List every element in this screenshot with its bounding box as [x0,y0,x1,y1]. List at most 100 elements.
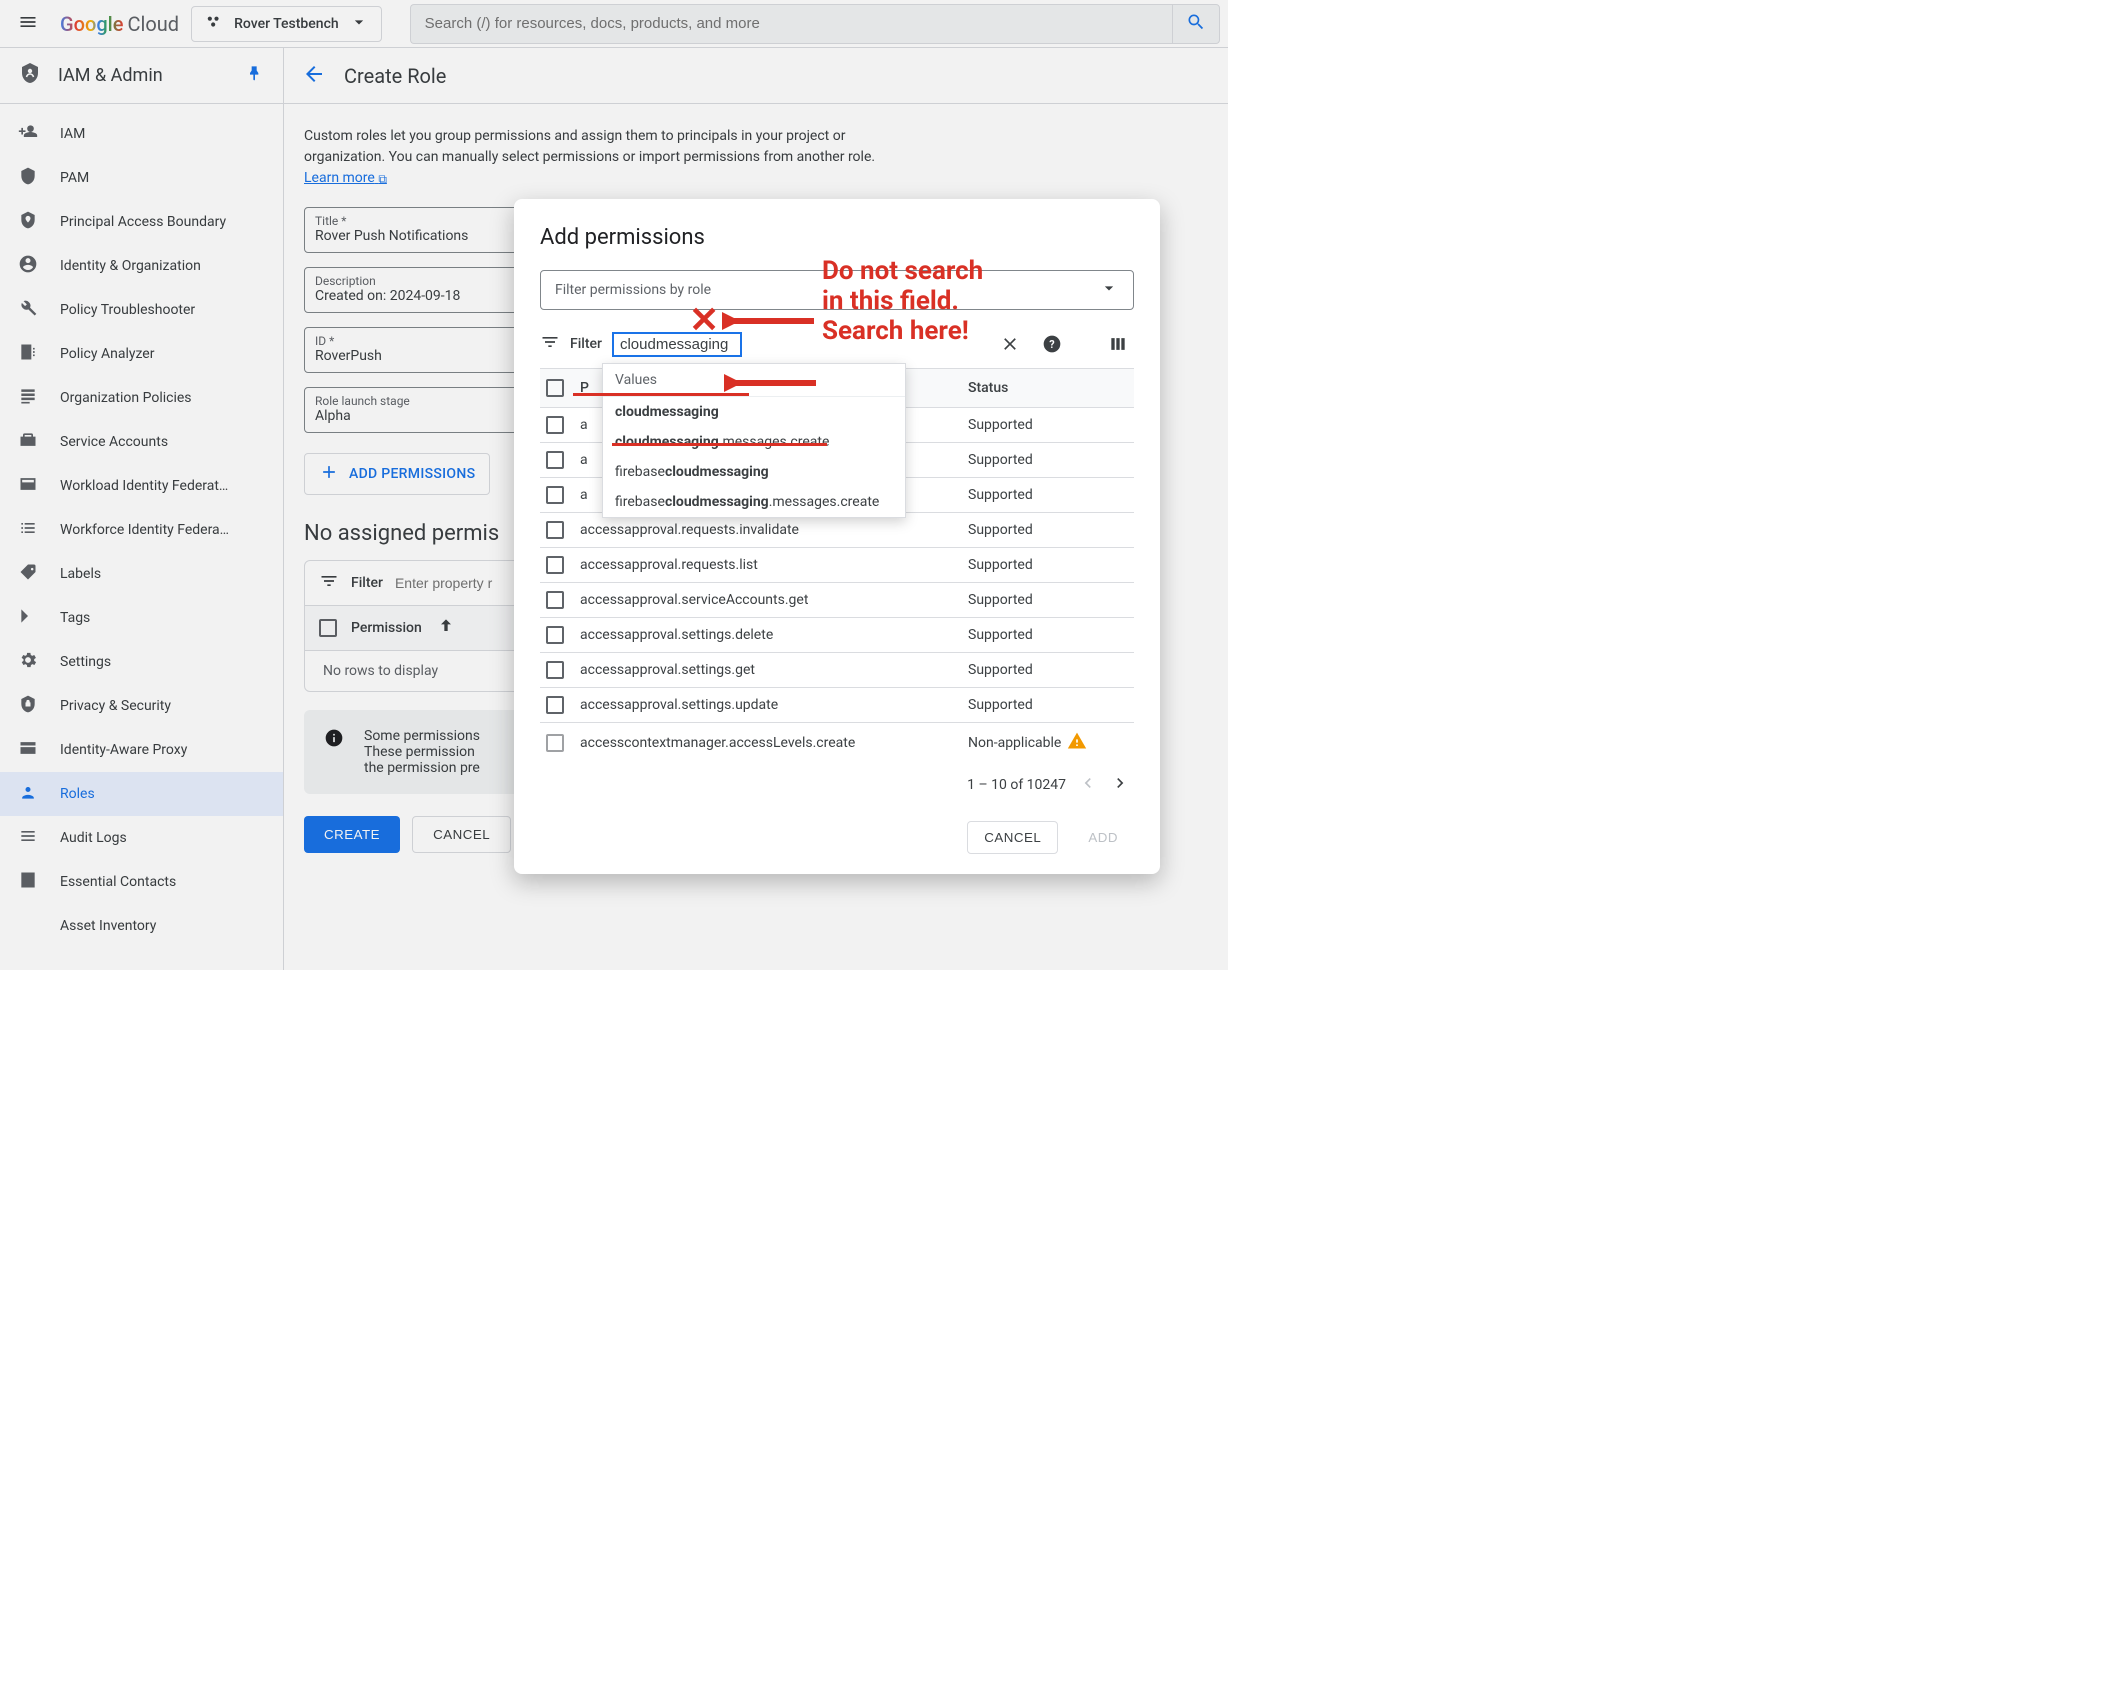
permission-row[interactable]: accessapproval.requests.listSupported [540,547,1134,582]
col-permission: Permission [351,620,422,636]
filter-label: Filter [351,575,383,591]
row-checkbox[interactable] [546,696,564,714]
sidebar-item-label: Asset Inventory [60,918,156,934]
row-checkbox[interactable] [546,521,564,539]
logo-google-text: Google [60,12,123,36]
sidebar-item[interactable]: PAM [0,156,283,200]
sidebar-list: IAMPAMPrincipal Access BoundaryIdentity … [0,104,283,956]
sidebar-item-label: Roles [60,786,95,802]
row-checkbox[interactable] [546,556,564,574]
search-button[interactable] [1172,4,1220,44]
cancel-button[interactable]: CANCEL [412,816,511,853]
sidebar-item[interactable]: Tags [0,596,283,640]
modal-add-button[interactable]: ADD [1072,821,1134,854]
permission-row[interactable]: accessapproval.settings.updateSupported [540,687,1134,722]
sidebar-item[interactable]: IAM [0,112,283,156]
sidebar-item[interactable]: Settings [0,640,283,684]
tag-icon [18,562,40,586]
select-all-checkbox[interactable] [319,619,337,637]
sidebar-item[interactable]: Essential Contacts [0,860,283,904]
row-checkbox[interactable] [546,591,564,609]
sidebar-item[interactable]: Audit Logs [0,816,283,860]
permission-name: accessapproval.settings.update [580,697,952,713]
sidebar-item[interactable]: Asset Inventory [0,904,283,948]
permission-filter-input[interactable] [612,332,742,357]
learn-more-link[interactable]: Learn more ⧉ [304,170,387,186]
help-button[interactable]: ? [1036,328,1068,360]
permission-row[interactable]: accesscontextmanager.accessLevels.create… [540,722,1134,763]
autocomplete-option[interactable]: cloudmessaging [603,397,905,427]
sidebar-item[interactable]: Privacy & Security [0,684,283,728]
column-selector-button[interactable] [1102,328,1134,360]
modal-title: Add permissions [540,225,1134,250]
clear-filter-button[interactable] [994,328,1026,360]
hamburger-menu[interactable] [8,4,48,44]
filter-icon [540,332,560,356]
svg-text:?: ? [1049,338,1054,351]
sort-asc-icon[interactable] [436,616,456,640]
card-icon [18,474,40,498]
sidebar-item[interactable]: Identity & Organization [0,244,283,288]
row-checkbox[interactable] [546,416,564,434]
sidebar-item[interactable]: Roles [0,772,283,816]
roles-icon [18,782,40,806]
row-checkbox[interactable] [546,626,564,644]
permission-status: Supported [968,452,1128,468]
global-search [410,4,1220,44]
person-add-icon [18,122,40,146]
account-circle-icon [18,254,40,278]
add-permissions-button[interactable]: ADD PERMISSIONS [304,453,490,495]
sidebar-item-label: Workload Identity Federat… [60,478,228,494]
menu-icon [18,12,38,36]
autocomplete-popup: Values cloudmessagingcloudmessaging.mess… [602,363,906,518]
sidebar-item[interactable]: Organization Policies [0,376,283,420]
service-account-icon [18,430,40,454]
row-checkbox[interactable] [546,734,564,752]
caret-down-icon [349,12,369,36]
blank-icon [18,914,40,938]
select-all-checkbox[interactable] [546,379,564,397]
gcp-logo[interactable]: Google Cloud [60,12,179,36]
sidebar-item[interactable]: Workforce Identity Federa… [0,508,283,552]
autocomplete-header: Values [603,364,905,397]
pager-next[interactable] [1110,773,1130,797]
permission-row[interactable]: accessapproval.serviceAccounts.getSuppor… [540,582,1134,617]
sidebar-item-label: Workforce Identity Federa… [60,522,229,538]
autocomplete-option[interactable]: firebasecloudmessaging [603,457,905,487]
sidebar-item[interactable]: Service Accounts [0,420,283,464]
row-checkbox[interactable] [546,451,564,469]
pager-prev[interactable] [1078,773,1098,797]
role-filter-dropdown[interactable]: Filter permissions by role [540,270,1134,310]
autocomplete-option[interactable]: firebasecloudmessaging.messages.create [603,487,905,517]
sidebar-item-label: Policy Analyzer [60,346,154,362]
back-arrow[interactable] [302,62,326,90]
sidebar-item[interactable]: Policy Analyzer [0,332,283,376]
sidebar-item[interactable]: Principal Access Boundary [0,200,283,244]
search-input[interactable] [410,4,1172,44]
wrench-icon [18,298,40,322]
permission-status: Supported [968,592,1128,608]
autocomplete-option[interactable]: cloudmessaging.messages.create [603,427,905,457]
sidebar-item[interactable]: Workload Identity Federat… [0,464,283,508]
filter-label: Filter [570,336,602,352]
shield-lock-icon [18,694,40,718]
sidebar-item-label: Essential Contacts [60,874,176,890]
permission-name: accesscontextmanager.accessLevels.create [580,735,952,751]
create-button[interactable]: CREATE [304,816,400,853]
pin-icon[interactable] [245,63,265,88]
permission-name: accessapproval.settings.get [580,662,952,678]
row-checkbox[interactable] [546,661,564,679]
permission-row[interactable]: accessapproval.settings.getSupported [540,652,1134,687]
project-picker[interactable]: Rover Testbench [191,6,382,42]
chevron-tag-icon [18,606,40,630]
row-checkbox[interactable] [546,486,564,504]
sidebar-item-label: Labels [60,566,101,582]
sidebar-item[interactable]: Labels [0,552,283,596]
audit-icon [18,826,40,850]
modal-cancel-button[interactable]: CANCEL [967,821,1058,854]
logo-cloud-text: Cloud [127,12,179,36]
sidebar-item[interactable]: Policy Troubleshooter [0,288,283,332]
permission-row[interactable]: accessapproval.settings.deleteSupported [540,617,1134,652]
sidebar-item[interactable]: Identity-Aware Proxy [0,728,283,772]
sidebar-title: IAM & Admin [58,65,163,86]
